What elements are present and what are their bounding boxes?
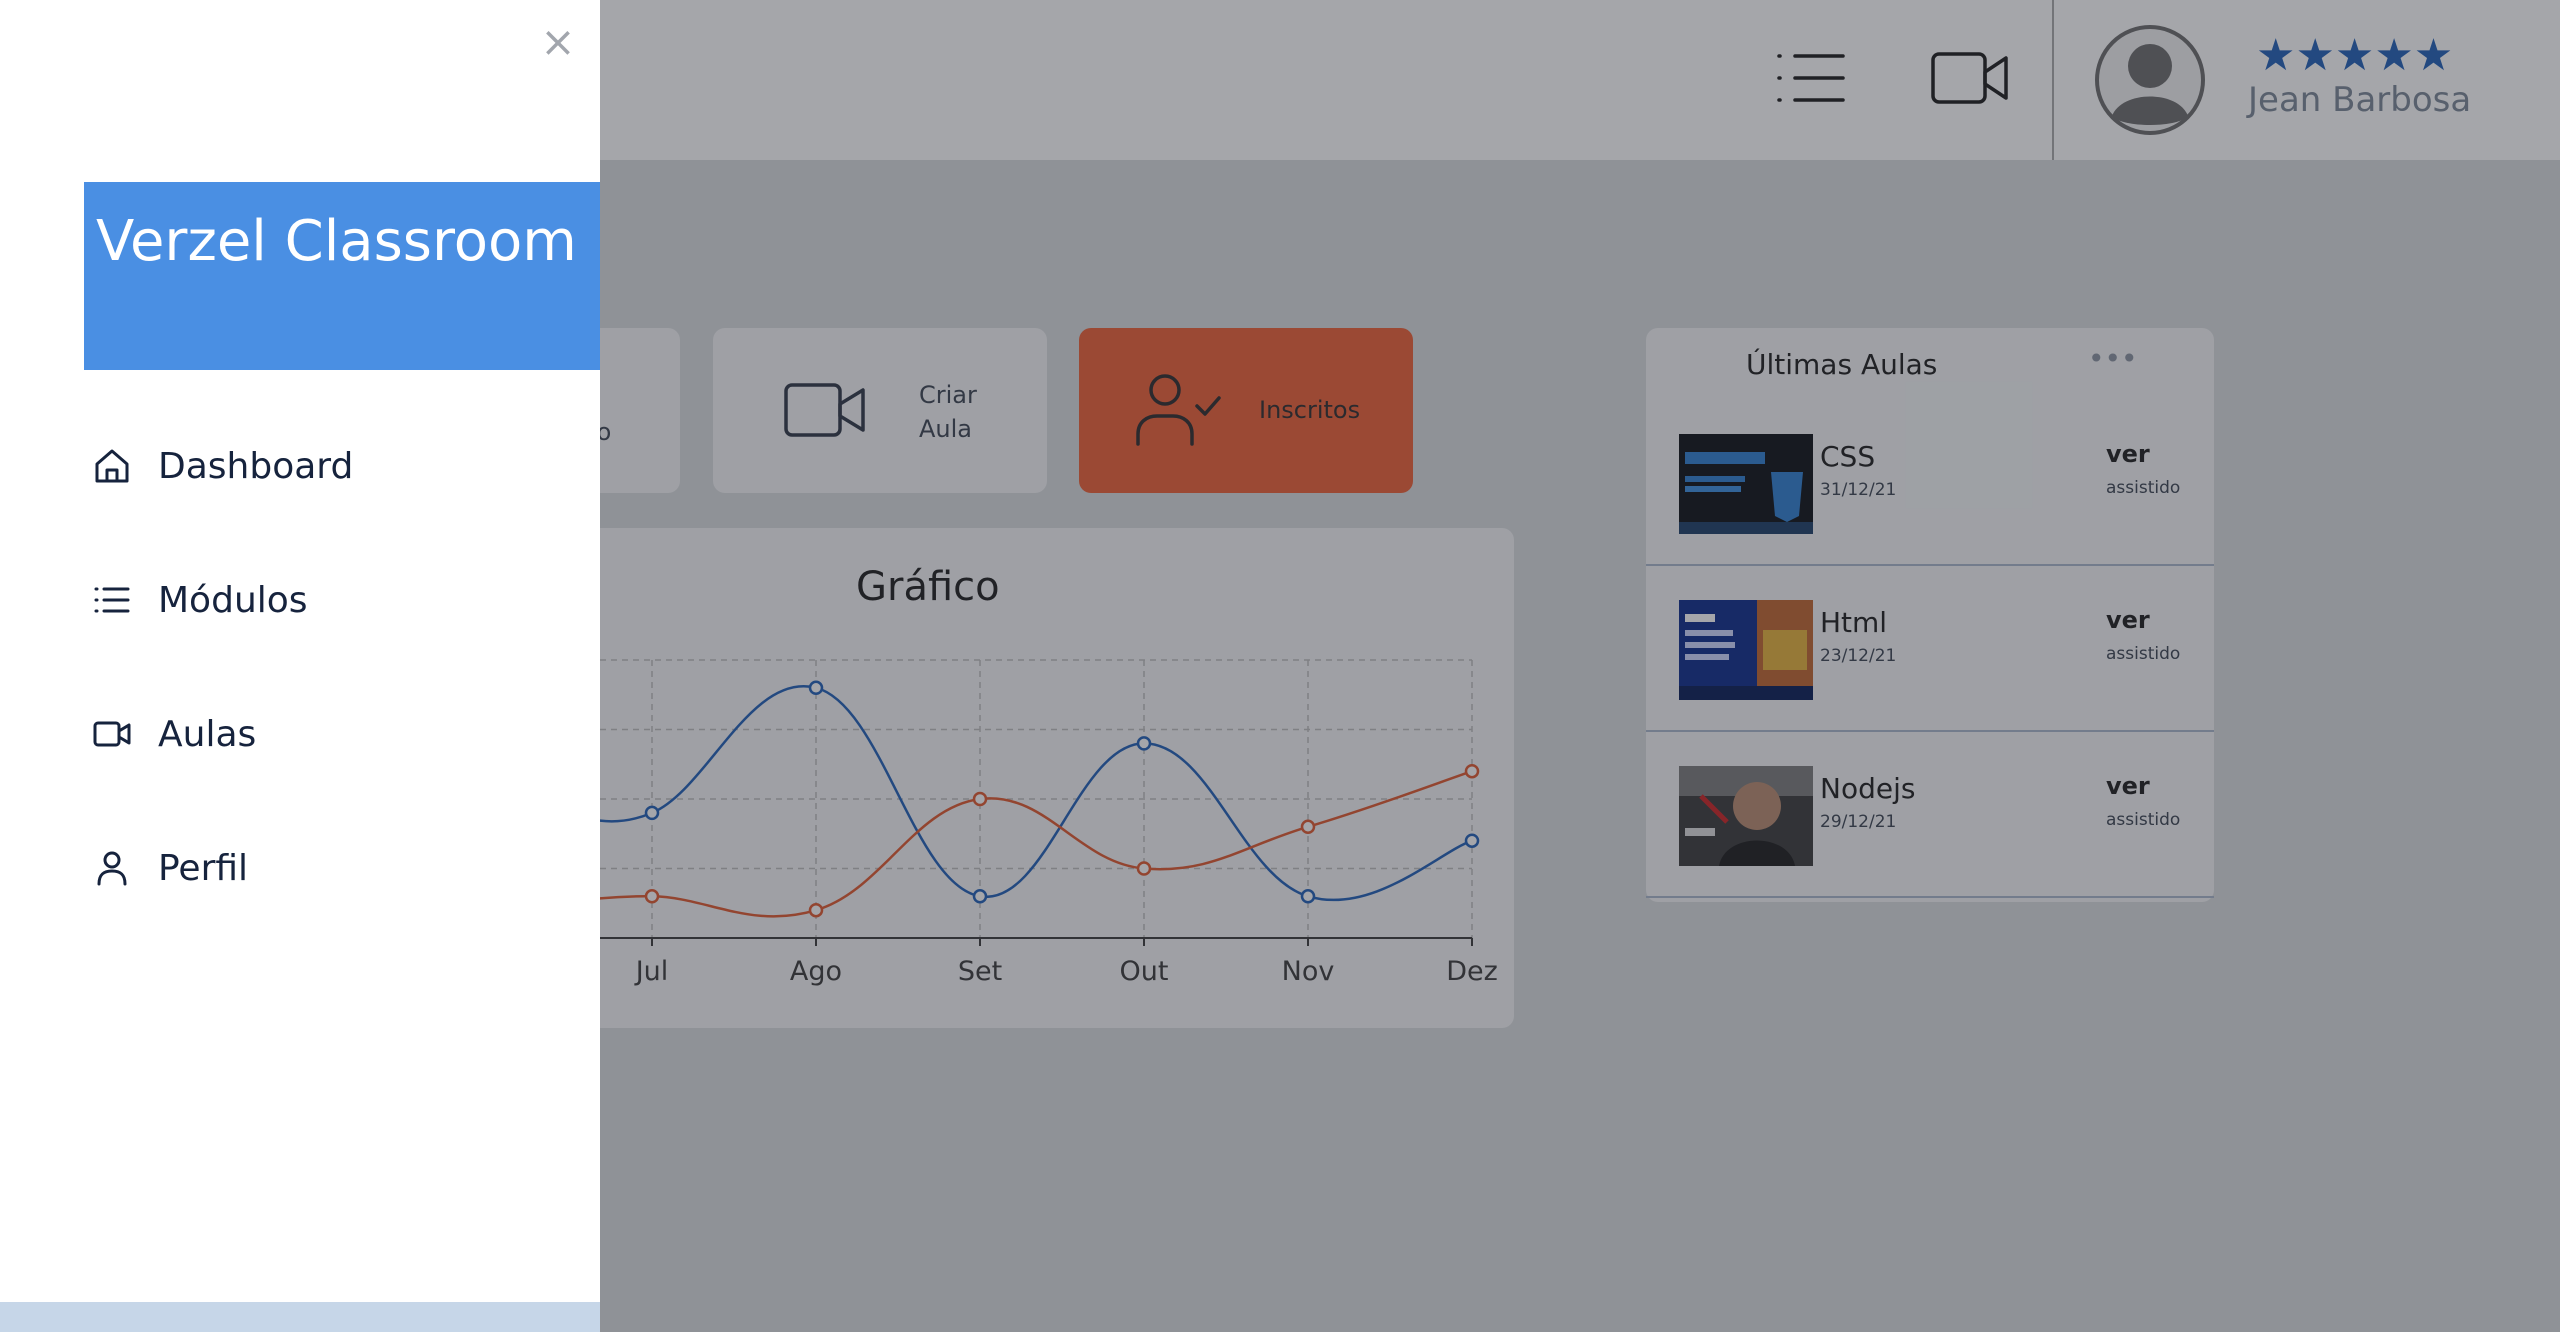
video-camera-icon [92,714,132,754]
brand-name: Verzel Classroom [96,209,577,274]
list-icon [92,580,132,620]
sidebar-item-dashboard[interactable]: Dashboard [92,436,353,496]
sidebar-item-modulos[interactable]: Módulos [92,570,308,630]
close-icon[interactable]: × [540,20,576,64]
sidebar-item-label: Módulos [158,579,308,621]
brand-logo: Verzel Classroom [84,182,600,370]
sidebar-item-label: Aulas [158,713,257,755]
user-icon [92,848,132,888]
home-icon [92,446,132,486]
sidebar-item-perfil[interactable]: Perfil [92,838,248,898]
sidebar-item-aulas[interactable]: Aulas [92,704,256,764]
sidebar-item-label: Dashboard [158,445,354,487]
modal-overlay[interactable] [600,0,2560,1332]
sidebar-drawer: × Verzel Classroom Dashboard Módulos Aul… [0,0,600,1332]
drawer-footer-bar [0,1302,600,1332]
sidebar-item-label: Perfil [158,847,249,889]
